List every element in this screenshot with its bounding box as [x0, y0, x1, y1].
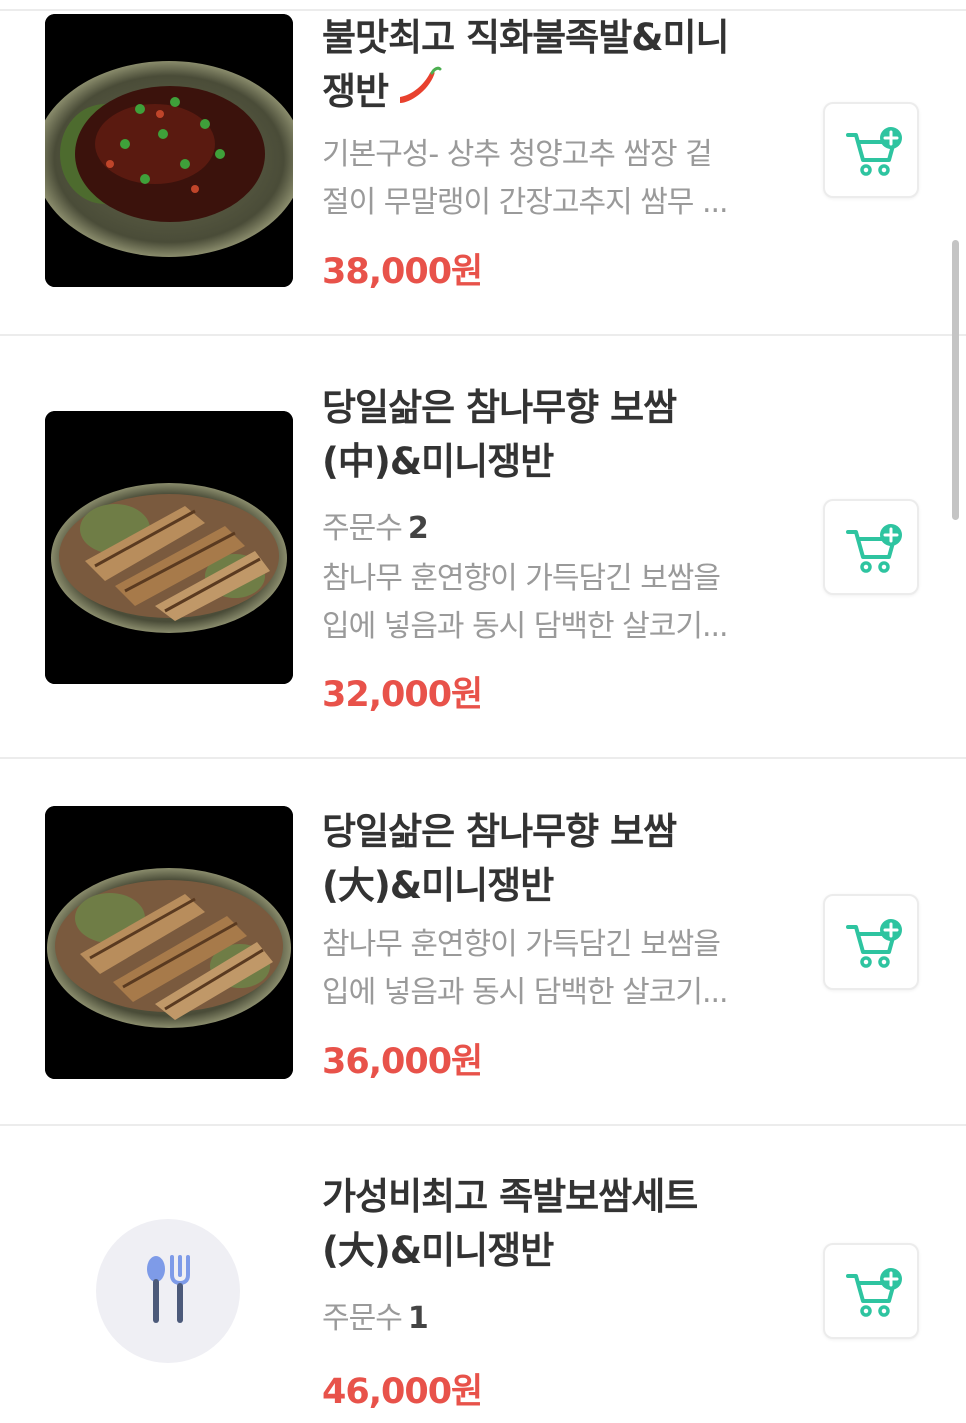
menu-description: 참나무 훈연향이 가득담긴 보쌈을 입에 넣음과 동시 담백한 살코기...	[322, 927, 729, 1010]
cart-add-icon	[845, 918, 905, 970]
add-to-cart-button[interactable]	[823, 894, 919, 990]
add-to-cart-button[interactable]	[823, 1243, 919, 1339]
chili-pepper-icon	[396, 65, 442, 122]
divider	[0, 1124, 966, 1126]
menu-description: 기본구성- 상추 청양고추 쌈장 겉 절이 무말랭이 간장고추지 쌈무 ...	[322, 137, 729, 220]
menu-price: 38,000원	[322, 252, 483, 292]
menu-title: 당일삶은 참나무향 보쌈 (大)&미니쟁반	[322, 810, 677, 907]
add-to-cart-button[interactable]	[823, 499, 919, 595]
menu-image-jokbal[interactable]	[45, 14, 293, 287]
divider	[0, 334, 966, 336]
scrollbar[interactable]	[952, 240, 959, 520]
order-count: 주문수 2	[322, 511, 429, 546]
menu-image-placeholder	[96, 1219, 240, 1363]
fork-spoon-icon	[147, 1255, 190, 1323]
menu-description: 참나무 훈연향이 가득담긴 보쌈을 입에 넣음과 동시 담백한 살코기...	[322, 561, 729, 644]
cart-add-icon	[845, 126, 905, 178]
menu-image-bossam[interactable]	[45, 411, 293, 684]
menu-title: 당일삶은 참나무향 보쌈 (中)&미니쟁반	[322, 386, 677, 483]
cart-add-icon	[845, 523, 905, 575]
menu-price: 32,000원	[322, 675, 483, 715]
menu-image-bossam[interactable]	[45, 806, 293, 1079]
menu-price: 36,000원	[322, 1042, 483, 1082]
previous-item-edge	[0, 0, 966, 11]
add-to-cart-button[interactable]	[823, 102, 919, 198]
divider	[0, 757, 966, 759]
order-count: 주문수 1	[322, 1301, 429, 1336]
menu-title: 불맛최고 직화불족발&미니 쟁반	[322, 11, 792, 122]
menu-price: 46,000원	[322, 1372, 483, 1412]
menu-title: 가성비최고 족발보쌈세트 (大)&미니쟁반	[322, 1175, 698, 1272]
cart-add-icon	[845, 1267, 905, 1319]
